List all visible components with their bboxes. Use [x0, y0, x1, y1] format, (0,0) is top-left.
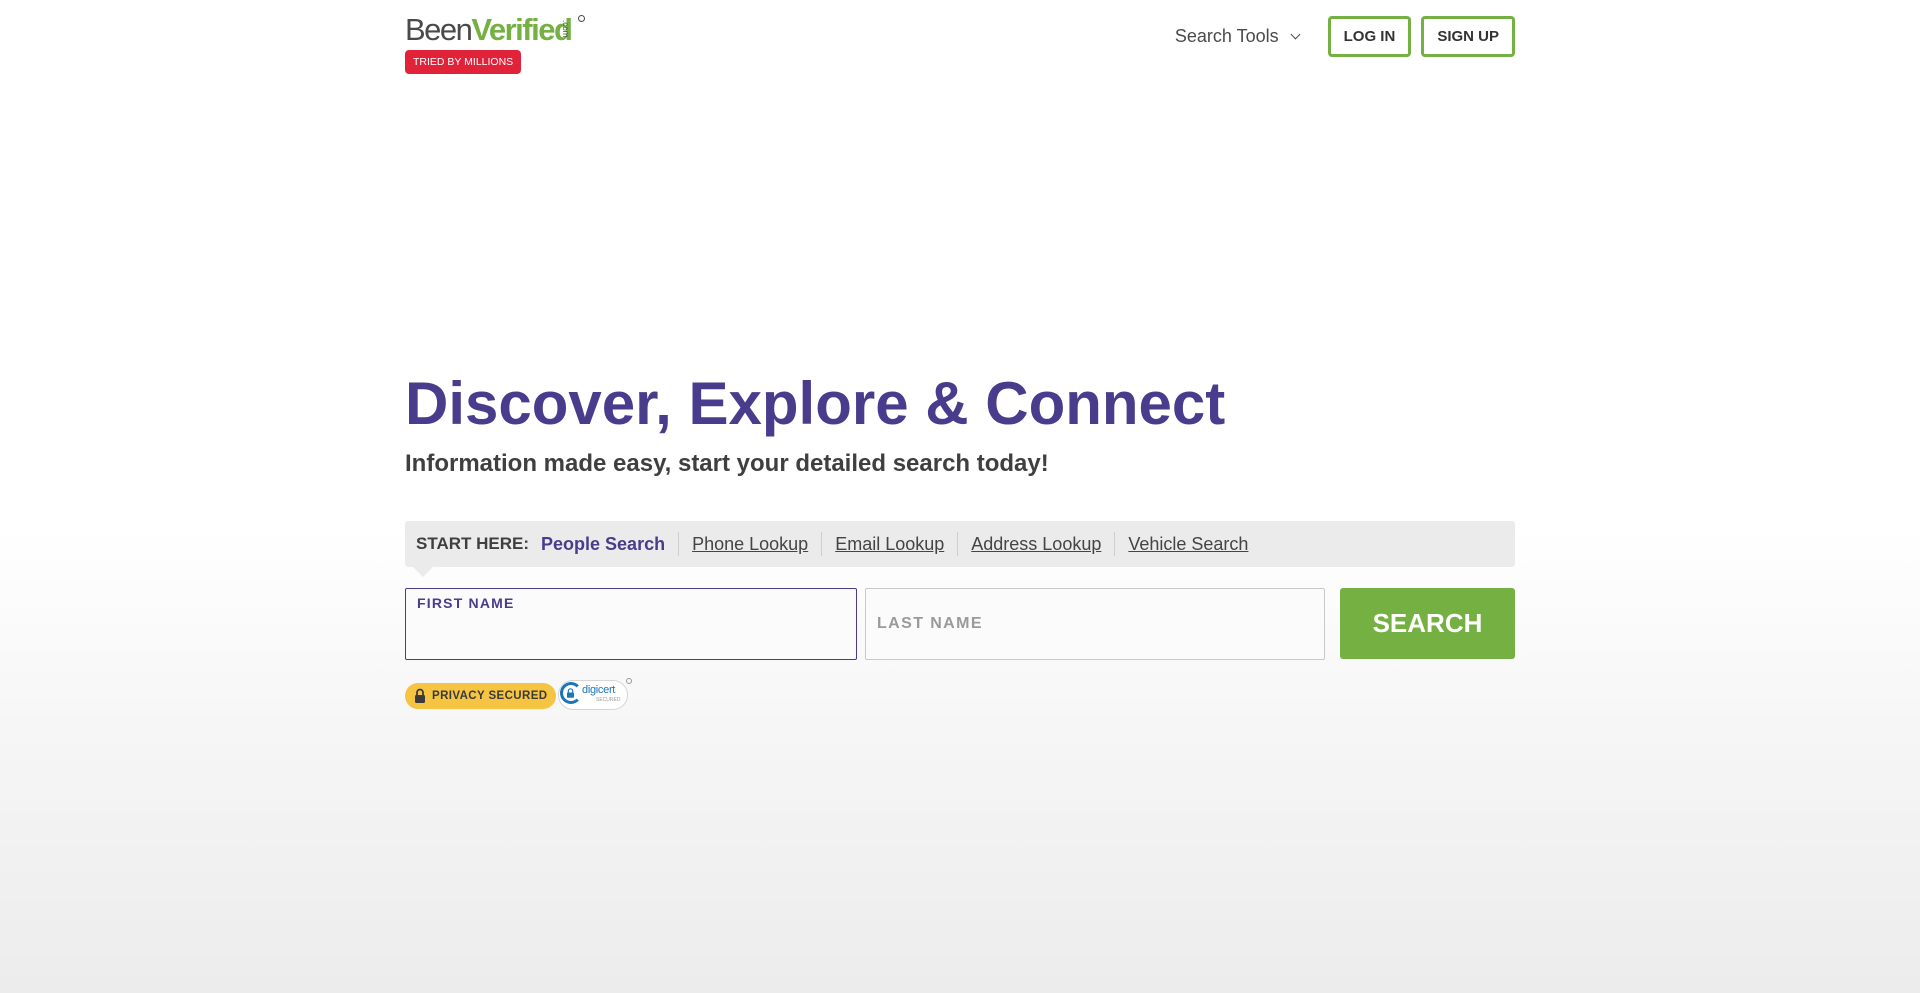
- logo-tld: .com: [561, 20, 570, 38]
- lock-icon: [415, 688, 425, 703]
- last-name-field[interactable]: LAST NAME: [865, 588, 1325, 660]
- digicert-sub-label: SECURED: [596, 697, 621, 703]
- tab-address-lookup[interactable]: Address Lookup: [957, 532, 1114, 556]
- hero-subtitle: Information made easy, start your detail…: [405, 450, 1049, 477]
- first-name-input[interactable]: [416, 621, 846, 651]
- logo-wordmark: BeenVerified: [405, 12, 573, 47]
- tab-vehicle-search[interactable]: Vehicle Search: [1114, 532, 1261, 556]
- registered-mark-icon: [578, 15, 585, 22]
- logo-been: Been: [405, 12, 473, 47]
- tab-phone-lookup[interactable]: Phone Lookup: [678, 532, 821, 556]
- digicert-seal[interactable]: digicert SECURED: [558, 678, 632, 712]
- login-button[interactable]: LOG IN: [1327, 16, 1412, 57]
- search-button[interactable]: SEARCH: [1340, 588, 1515, 659]
- hero-title: Discover, Explore & Connect: [405, 370, 1226, 437]
- tried-by-millions-badge: TRIED BY MILLIONS: [405, 50, 522, 74]
- privacy-secured-badge: PRIVACY SECURED: [405, 683, 556, 709]
- privacy-secured-label: PRIVACY SECURED: [432, 690, 548, 702]
- search-tools-label: Search Tools: [1174, 26, 1279, 46]
- digicert-label: digicert: [582, 684, 616, 696]
- header-nav: Search Tools LOG IN SIGN UP: [1175, 16, 1515, 57]
- digicert-lock-icon: [567, 688, 574, 698]
- active-tab-pointer: [413, 567, 433, 577]
- digicert-registered-icon: [626, 678, 632, 684]
- tab-people-search[interactable]: People Search: [541, 532, 678, 556]
- first-name-field[interactable]: FIRST NAME: [405, 588, 857, 660]
- search-type-tabs: START HERE: People Search Phone Lookup E…: [405, 521, 1515, 567]
- start-here-label: START HERE:: [416, 534, 530, 553]
- last-name-input[interactable]: [876, 609, 1314, 641]
- logo-verified: Verified: [471, 12, 573, 47]
- site-logo[interactable]: BeenVerified .com TRIED BY MILLIONS: [405, 14, 595, 76]
- tab-email-lookup[interactable]: Email Lookup: [821, 532, 957, 556]
- first-name-label: FIRST NAME: [417, 595, 515, 611]
- chevron-down-icon: [1290, 29, 1301, 40]
- signup-button[interactable]: SIGN UP: [1421, 16, 1515, 57]
- search-tools-dropdown[interactable]: Search Tools: [1174, 26, 1301, 47]
